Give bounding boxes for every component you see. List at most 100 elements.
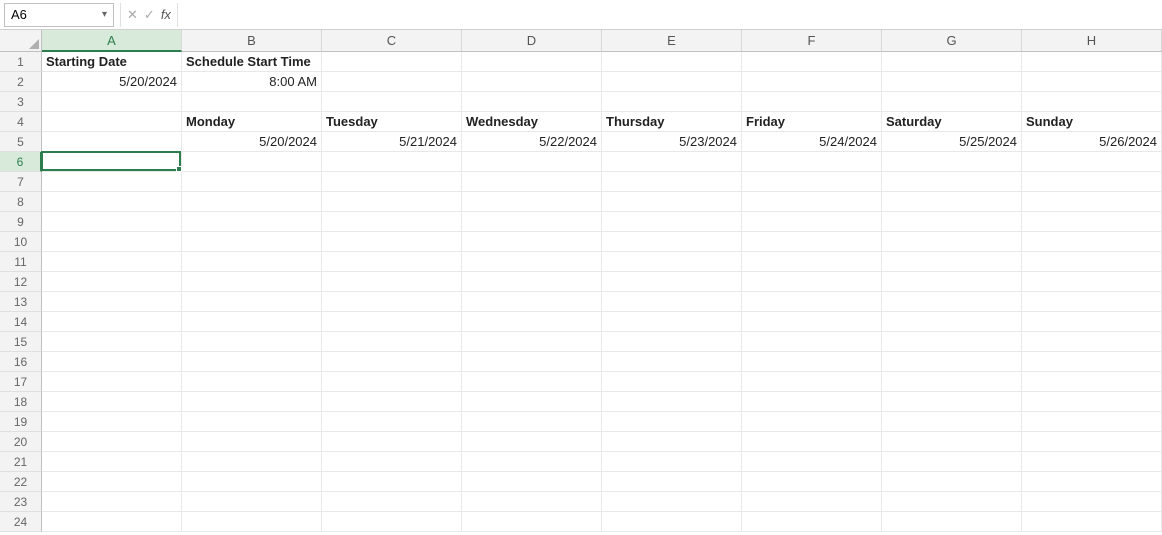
column-header-H[interactable]: H xyxy=(1022,30,1162,52)
cell-E21[interactable] xyxy=(602,452,742,472)
cell-G3[interactable] xyxy=(882,92,1022,112)
row-header-17[interactable]: 17 xyxy=(0,372,42,392)
cell-A4[interactable] xyxy=(42,112,182,132)
cell-H1[interactable] xyxy=(1022,52,1162,72)
cell-F24[interactable] xyxy=(742,512,882,532)
cell-H8[interactable] xyxy=(1022,192,1162,212)
row-header-18[interactable]: 18 xyxy=(0,392,42,412)
cell-A7[interactable] xyxy=(42,172,182,192)
cell-E2[interactable] xyxy=(602,72,742,92)
cell-B3[interactable] xyxy=(182,92,322,112)
cell-H20[interactable] xyxy=(1022,432,1162,452)
column-header-F[interactable]: F xyxy=(742,30,882,52)
cell-F19[interactable] xyxy=(742,412,882,432)
cell-F4[interactable]: Friday xyxy=(742,112,882,132)
cell-H15[interactable] xyxy=(1022,332,1162,352)
cell-C6[interactable] xyxy=(322,152,462,172)
cell-A6[interactable] xyxy=(42,152,182,172)
cell-F6[interactable] xyxy=(742,152,882,172)
cell-A23[interactable] xyxy=(42,492,182,512)
cell-C13[interactable] xyxy=(322,292,462,312)
cell-E14[interactable] xyxy=(602,312,742,332)
cell-A12[interactable] xyxy=(42,272,182,292)
cell-B1[interactable]: Schedule Start Time xyxy=(182,52,322,72)
column-header-A[interactable]: A xyxy=(42,30,182,52)
cell-C20[interactable] xyxy=(322,432,462,452)
cell-C3[interactable] xyxy=(322,92,462,112)
cell-H5[interactable]: 5/26/2024 xyxy=(1022,132,1162,152)
row-header-4[interactable]: 4 xyxy=(0,112,42,132)
row-header-15[interactable]: 15 xyxy=(0,332,42,352)
cell-C14[interactable] xyxy=(322,312,462,332)
cell-G22[interactable] xyxy=(882,472,1022,492)
row-header-13[interactable]: 13 xyxy=(0,292,42,312)
cell-D5[interactable]: 5/22/2024 xyxy=(462,132,602,152)
cell-H18[interactable] xyxy=(1022,392,1162,412)
cell-G6[interactable] xyxy=(882,152,1022,172)
cell-G24[interactable] xyxy=(882,512,1022,532)
cell-B13[interactable] xyxy=(182,292,322,312)
row-header-22[interactable]: 22 xyxy=(0,472,42,492)
cell-E4[interactable]: Thursday xyxy=(602,112,742,132)
cell-C19[interactable] xyxy=(322,412,462,432)
cell-H12[interactable] xyxy=(1022,272,1162,292)
cell-B12[interactable] xyxy=(182,272,322,292)
cell-D9[interactable] xyxy=(462,212,602,232)
cell-C18[interactable] xyxy=(322,392,462,412)
cell-E18[interactable] xyxy=(602,392,742,412)
cell-C2[interactable] xyxy=(322,72,462,92)
cell-E22[interactable] xyxy=(602,472,742,492)
cell-F13[interactable] xyxy=(742,292,882,312)
cell-C10[interactable] xyxy=(322,232,462,252)
cell-B19[interactable] xyxy=(182,412,322,432)
row-header-9[interactable]: 9 xyxy=(0,212,42,232)
cell-E15[interactable] xyxy=(602,332,742,352)
cell-B18[interactable] xyxy=(182,392,322,412)
cell-A14[interactable] xyxy=(42,312,182,332)
cell-H22[interactable] xyxy=(1022,472,1162,492)
cell-E7[interactable] xyxy=(602,172,742,192)
cell-E19[interactable] xyxy=(602,412,742,432)
cell-A17[interactable] xyxy=(42,372,182,392)
cell-C15[interactable] xyxy=(322,332,462,352)
cell-D15[interactable] xyxy=(462,332,602,352)
cell-D19[interactable] xyxy=(462,412,602,432)
cell-E9[interactable] xyxy=(602,212,742,232)
cell-A20[interactable] xyxy=(42,432,182,452)
row-header-19[interactable]: 19 xyxy=(0,412,42,432)
cell-H3[interactable] xyxy=(1022,92,1162,112)
cell-A8[interactable] xyxy=(42,192,182,212)
cell-D16[interactable] xyxy=(462,352,602,372)
cell-D24[interactable] xyxy=(462,512,602,532)
cell-A1[interactable]: Starting Date xyxy=(42,52,182,72)
cell-F2[interactable] xyxy=(742,72,882,92)
cell-B5[interactable]: 5/20/2024 xyxy=(182,132,322,152)
cell-H19[interactable] xyxy=(1022,412,1162,432)
row-header-5[interactable]: 5 xyxy=(0,132,42,152)
cell-F12[interactable] xyxy=(742,272,882,292)
name-box[interactable]: A6 ▾ xyxy=(4,3,114,27)
row-header-8[interactable]: 8 xyxy=(0,192,42,212)
row-header-21[interactable]: 21 xyxy=(0,452,42,472)
cell-G5[interactable]: 5/25/2024 xyxy=(882,132,1022,152)
grid-body[interactable]: Starting DateSchedule Start Time 5/20/202… xyxy=(42,52,1162,535)
cell-D7[interactable] xyxy=(462,172,602,192)
row-header-20[interactable]: 20 xyxy=(0,432,42,452)
accept-icon[interactable]: ✓ xyxy=(144,7,155,23)
cell-A18[interactable] xyxy=(42,392,182,412)
cell-G17[interactable] xyxy=(882,372,1022,392)
cell-A13[interactable] xyxy=(42,292,182,312)
cell-B22[interactable] xyxy=(182,472,322,492)
cell-F3[interactable] xyxy=(742,92,882,112)
cell-E8[interactable] xyxy=(602,192,742,212)
cell-D8[interactable] xyxy=(462,192,602,212)
cell-A16[interactable] xyxy=(42,352,182,372)
cell-A3[interactable] xyxy=(42,92,182,112)
cell-F17[interactable] xyxy=(742,372,882,392)
cell-A15[interactable] xyxy=(42,332,182,352)
row-header-24[interactable]: 24 xyxy=(0,512,42,532)
cell-G14[interactable] xyxy=(882,312,1022,332)
cell-G16[interactable] xyxy=(882,352,1022,372)
row-header-10[interactable]: 10 xyxy=(0,232,42,252)
cell-G1[interactable] xyxy=(882,52,1022,72)
